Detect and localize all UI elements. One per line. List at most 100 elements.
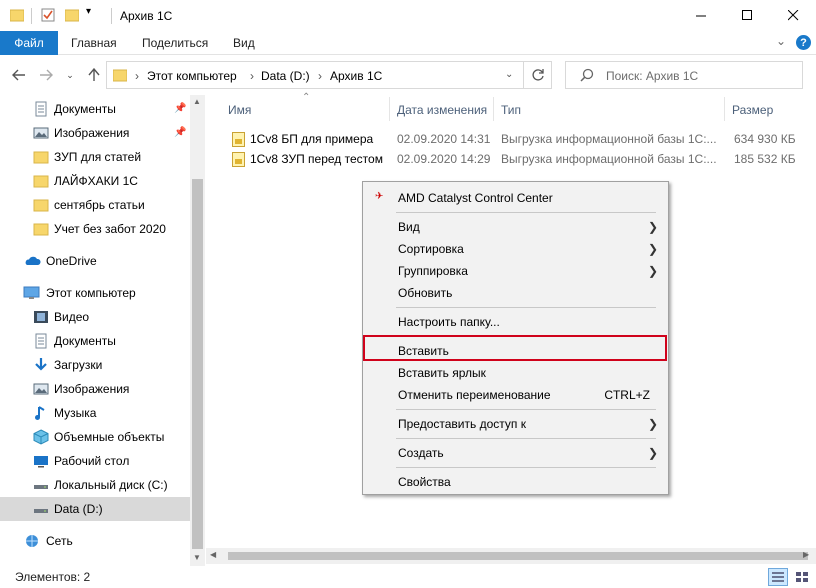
sidebar-item-this-pc-child[interactable]: Документы [0, 329, 190, 353]
file-row[interactable]: 1Cv8 БП для примера 02.09.2020 14:31 Выг… [206, 129, 816, 149]
sidebar-item-onedrive[interactable]: OneDrive [0, 249, 190, 273]
chevron-right-icon[interactable]: › [250, 69, 254, 83]
divider [111, 8, 112, 24]
large-icons-view-button[interactable] [792, 568, 812, 586]
column-type[interactable]: Тип [501, 103, 521, 117]
sidebar-item-quick-access[interactable]: Учет без забот 2020 [0, 217, 190, 241]
tab-file[interactable]: Файл [0, 31, 58, 55]
file-icon [232, 132, 245, 147]
breadcrumb-this-pc[interactable]: Этот компьютер [147, 69, 237, 83]
sidebar-item-this-pc-child[interactable]: Музыка [0, 401, 190, 425]
help-icon[interactable]: ? [796, 35, 811, 50]
pin-icon[interactable]: 📌 [174, 127, 186, 138]
close-button[interactable] [770, 0, 816, 31]
music-icon [33, 405, 49, 421]
scroll-right-icon[interactable]: ▶ [803, 550, 809, 559]
refresh-icon [531, 69, 544, 81]
forward-arrow-icon[interactable] [38, 67, 54, 83]
tab-share[interactable]: Поделиться [142, 36, 208, 50]
sidebar-item-this-pc-child[interactable]: Data (D:) [0, 497, 190, 521]
menu-item-new[interactable]: Создать ❯ [365, 442, 666, 464]
cloud-icon [23, 253, 41, 269]
maximize-button[interactable] [724, 0, 770, 31]
menu-item-customize-folder[interactable]: Настроить папку... [365, 311, 666, 333]
sidebar-item-network[interactable]: Сеть [0, 529, 190, 553]
menu-item-undo-rename[interactable]: Отменить переименование CTRL+Z [365, 384, 666, 406]
sidebar-item-label: Рабочий стол [54, 454, 130, 468]
details-view-button[interactable] [768, 568, 788, 586]
sidebar-item-quick-access[interactable]: ЗУП для статей [0, 145, 190, 169]
sidebar-item-quick-access[interactable]: Документы 📌 [0, 97, 190, 121]
item-count: Элементов: 2 [15, 570, 91, 584]
amd-icon: ✈ [375, 191, 384, 202]
address-bar[interactable]: › Этот компьютер › Data (D:) › Архив 1С … [106, 61, 524, 89]
expand-ribbon-icon[interactable]: ⌄ [776, 34, 786, 48]
desktop-icon [33, 453, 49, 469]
menu-item-share[interactable]: Предоставить доступ к ❯ [365, 413, 666, 435]
chevron-down-icon[interactable]: ▾ [86, 6, 91, 17]
column-date-modified[interactable]: Дата изменения [397, 103, 487, 117]
column-name[interactable]: Имя [228, 103, 251, 117]
search-input[interactable]: Поиск: Архив 1С [565, 61, 803, 89]
breadcrumb-archive[interactable]: Архив 1С [330, 69, 382, 83]
horizontal-scroll-thumb[interactable] [228, 552, 808, 560]
chevron-down-icon[interactable]: ⌄ [505, 69, 513, 80]
sidebar-item-this-pc-child[interactable]: Загрузки [0, 353, 190, 377]
back-arrow-icon[interactable] [11, 67, 27, 83]
shortcut-label: CTRL+Z [604, 388, 650, 402]
computer-icon [23, 285, 40, 301]
drive-icon [33, 477, 49, 493]
chevron-right-icon: ❯ [647, 417, 658, 431]
chevron-right-icon[interactable]: › [135, 69, 139, 83]
status-bar: Элементов: 2 [0, 566, 816, 588]
breadcrumb-data-d[interactable]: Data (D:) [261, 69, 310, 83]
3d-objects-icon [33, 429, 49, 445]
menu-item-paste-shortcut[interactable]: Вставить ярлык [365, 362, 666, 384]
scroll-down-icon[interactable]: ▼ [193, 553, 201, 562]
menu-item-sort[interactable]: Сортировка ❯ [365, 238, 666, 260]
file-icon [232, 152, 245, 167]
sidebar-item-quick-access[interactable]: ЛАЙФХАКИ 1С [0, 169, 190, 193]
refresh-button[interactable] [524, 61, 552, 89]
menu-item-view[interactable]: Вид ❯ [365, 216, 666, 238]
sidebar-item-this-pc-child[interactable]: Объемные объекты [0, 425, 190, 449]
downloads-icon [33, 357, 49, 373]
drive-icon [33, 501, 49, 517]
sidebar-item-this-pc[interactable]: Этот компьютер [0, 281, 190, 305]
sidebar-item-quick-access[interactable]: сентябрь статьи [0, 193, 190, 217]
new-folder-icon[interactable] [64, 8, 80, 25]
column-header: ⌃ Имя Дата изменения Тип Размер [206, 92, 816, 123]
menu-item-properties[interactable]: Свойства [365, 471, 666, 493]
chevron-right-icon: ❯ [647, 220, 658, 234]
scroll-left-icon[interactable]: ◀ [210, 550, 216, 559]
sidebar-item-label: Документы [54, 102, 116, 116]
minimize-button[interactable] [678, 0, 724, 31]
sidebar-item-label: Изображения [54, 126, 130, 140]
properties-icon[interactable] [41, 8, 55, 25]
video-icon [33, 309, 49, 325]
sidebar-item-this-pc-child[interactable]: Изображения [0, 377, 190, 401]
menu-item-amd-catalyst[interactable]: ✈ AMD Catalyst Control Center [365, 187, 666, 209]
menu-separator [396, 212, 656, 213]
sidebar-scroll-thumb[interactable] [192, 179, 203, 549]
sidebar-item-label: OneDrive [46, 254, 97, 268]
sidebar-item-this-pc-child[interactable]: Локальный диск (C:) [0, 473, 190, 497]
menu-item-group[interactable]: Группировка ❯ [365, 260, 666, 282]
chevron-right-icon[interactable]: › [318, 69, 322, 83]
recent-locations-icon[interactable]: ⌄ [62, 67, 78, 83]
scroll-up-icon[interactable]: ▲ [193, 97, 201, 106]
column-size[interactable]: Размер [732, 103, 773, 117]
sidebar-item-label: ЛАЙФХАКИ 1С [54, 174, 138, 188]
sidebar-item-label: Этот компьютер [46, 286, 136, 300]
sidebar-item-this-pc-child[interactable]: Видео [0, 305, 190, 329]
menu-item-refresh[interactable]: Обновить [365, 282, 666, 304]
tab-home[interactable]: Главная [71, 36, 117, 50]
up-arrow-icon[interactable] [86, 67, 102, 83]
file-type: Выгрузка информационной базы 1С:... [501, 152, 717, 166]
file-row[interactable]: 1Cv8 ЗУП перед тестом 02.09.2020 14:29 В… [206, 149, 816, 169]
pin-icon[interactable]: 📌 [174, 103, 186, 114]
sidebar-item-quick-access[interactable]: Изображения 📌 [0, 121, 190, 145]
sidebar-item-label: Локальный диск (C:) [54, 478, 168, 492]
sidebar-item-this-pc-child[interactable]: Рабочий стол [0, 449, 190, 473]
tab-view[interactable]: Вид [233, 36, 255, 50]
